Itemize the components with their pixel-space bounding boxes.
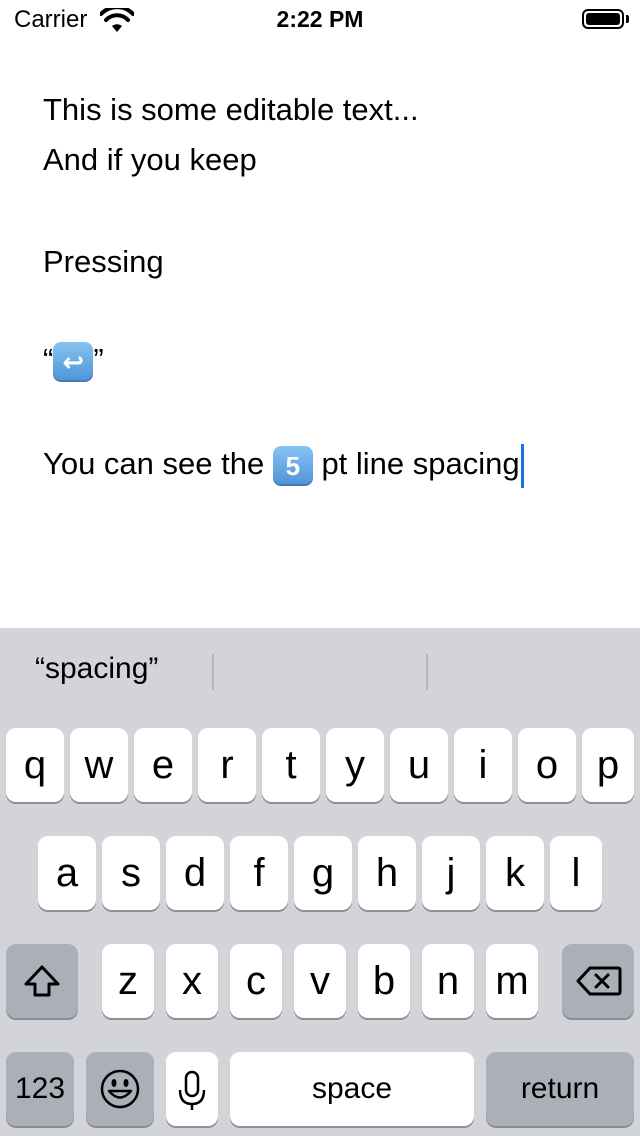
- key-t[interactable]: t: [262, 728, 320, 802]
- emoji-key[interactable]: [86, 1052, 154, 1126]
- text-line: And if you keep: [43, 142, 257, 177]
- key-l[interactable]: l: [550, 836, 602, 910]
- key-e[interactable]: e: [134, 728, 192, 802]
- text-segment: You can see the: [43, 446, 273, 482]
- delete-key[interactable]: [562, 944, 634, 1018]
- key-n[interactable]: n: [422, 944, 474, 1018]
- battery-tip: [626, 15, 629, 23]
- shift-icon: [24, 965, 60, 997]
- text-line: You can see the 5 pt line spacing: [43, 444, 524, 488]
- key-q[interactable]: q: [6, 728, 64, 802]
- keycap-five-emoji-icon: 5: [272, 446, 313, 486]
- key-m[interactable]: m: [486, 944, 538, 1018]
- text-line: Pressing: [43, 244, 164, 279]
- emoji-smiley-icon: [100, 1069, 140, 1109]
- delete-backspace-icon: [576, 966, 622, 996]
- battery-icon: [582, 9, 624, 29]
- key-w[interactable]: w: [70, 728, 128, 802]
- numbers-key[interactable]: 123: [6, 1052, 74, 1126]
- key-u[interactable]: u: [390, 728, 448, 802]
- key-z[interactable]: z: [102, 944, 154, 1018]
- close-quote: ”: [93, 342, 104, 377]
- key-d[interactable]: d: [166, 836, 224, 910]
- key-r[interactable]: r: [198, 728, 256, 802]
- suggestion-item[interactable]: “spacing”: [35, 652, 158, 686]
- suggestion-bar: “spacing”: [0, 628, 640, 718]
- clock: 2:22 PM: [276, 6, 364, 32]
- return-emoji-icon: ↩: [53, 341, 94, 382]
- key-x[interactable]: x: [166, 944, 218, 1018]
- open-quote: “: [43, 342, 54, 377]
- text-line: “↩”: [43, 340, 104, 382]
- suggestion-divider: [212, 654, 214, 690]
- key-o[interactable]: o: [518, 728, 576, 802]
- key-h[interactable]: h: [358, 836, 416, 910]
- text-line: This is some editable text...: [43, 92, 419, 127]
- key-s[interactable]: s: [102, 836, 160, 910]
- microphone-icon: [178, 1070, 206, 1110]
- key-a[interactable]: a: [38, 836, 96, 910]
- text-caret: [520, 444, 524, 488]
- key-v[interactable]: v: [294, 944, 346, 1018]
- dictation-key[interactable]: [166, 1052, 218, 1126]
- shift-key[interactable]: [6, 944, 78, 1018]
- keyboard: “spacing” q w e r t y u i o p a s d f g …: [0, 628, 640, 1136]
- key-j[interactable]: j: [422, 836, 480, 910]
- key-p[interactable]: p: [582, 728, 634, 802]
- key-y[interactable]: y: [326, 728, 384, 802]
- suggestion-divider: [426, 654, 428, 690]
- key-i[interactable]: i: [454, 728, 512, 802]
- key-c[interactable]: c: [230, 944, 282, 1018]
- key-k[interactable]: k: [486, 836, 544, 910]
- key-b[interactable]: b: [358, 944, 410, 1018]
- status-bar: Carrier 2:22 PM: [0, 0, 640, 40]
- key-f[interactable]: f: [230, 836, 288, 910]
- text-segment: pt line spacing: [312, 446, 520, 482]
- key-g[interactable]: g: [294, 836, 352, 910]
- space-key[interactable]: space: [230, 1052, 474, 1126]
- return-key[interactable]: return: [486, 1052, 634, 1126]
